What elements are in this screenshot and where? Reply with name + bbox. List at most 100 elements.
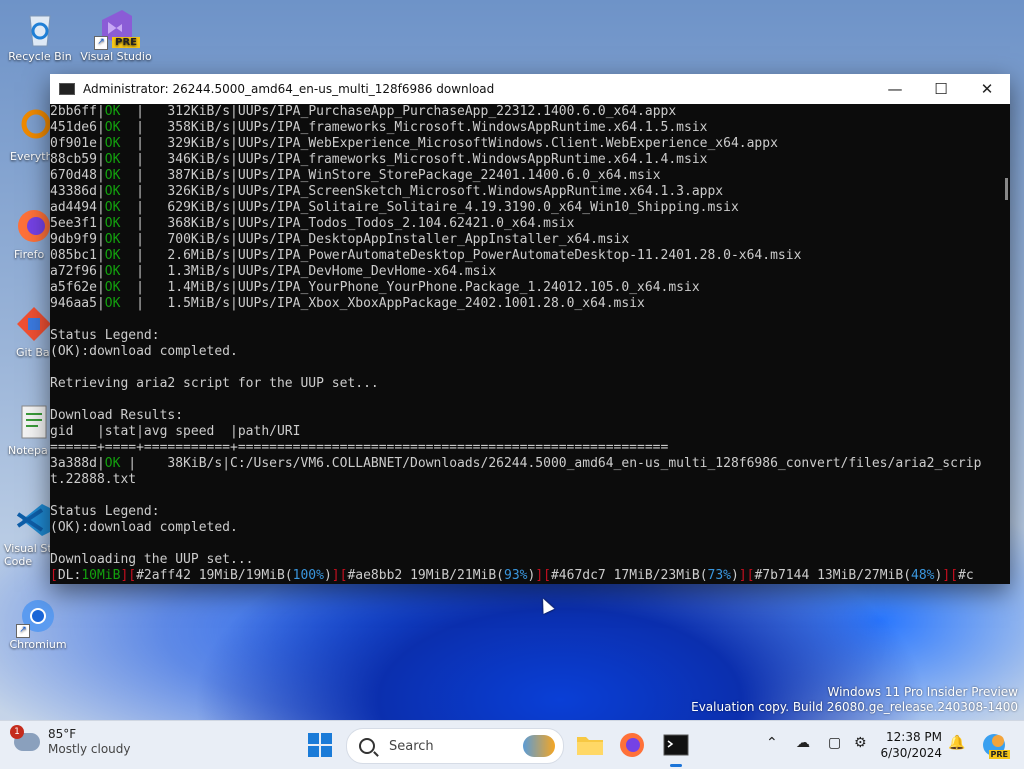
row-speed: 326KiB/s — [167, 184, 231, 199]
download-row: a5f62e|OK | 1.4MiB/s|UUPs/IPA_YourPhone_… — [50, 280, 700, 295]
clock-time: 12:38 PM — [886, 730, 942, 744]
console-icon — [663, 734, 689, 756]
row-speed: 2.6MiB/s — [167, 248, 231, 263]
console-app-icon — [59, 83, 75, 95]
result-stat: OK — [104, 456, 121, 471]
row-path: UUPs/IPA_YourPhone_YourPhone.Package_1.2… — [237, 280, 700, 295]
row-stat: OK — [104, 136, 121, 151]
display-icon[interactable]: ▢ — [828, 735, 841, 751]
row-gid: 451de6 — [50, 120, 97, 135]
taskbar-search[interactable]: Search — [346, 728, 564, 764]
row-stat: OK — [104, 120, 121, 135]
network-icon[interactable]: ☁ — [796, 735, 810, 751]
window-titlebar[interactable]: Administrator: 26244.5000_amd64_en-us_mu… — [50, 74, 1010, 104]
pre-badge: PRE — [988, 750, 1010, 759]
window-title: Administrator: 26244.5000_amd64_en-us_mu… — [83, 82, 495, 96]
status-item-progress: 13MiB/27MiB — [817, 568, 904, 583]
row-gid: a5f62e — [50, 280, 97, 295]
copilot-button[interactable]: PRE — [978, 729, 1010, 761]
row-gid: 9db9f9 — [50, 232, 97, 247]
accessibility-icon[interactable]: ⚙ — [854, 735, 867, 751]
close-button[interactable]: ✕ — [964, 74, 1010, 104]
status-tail: #c — [958, 568, 974, 583]
desktop-icon-recycle-bin[interactable]: Recycle Bin — [2, 8, 78, 63]
row-speed: 329KiB/s — [167, 136, 231, 151]
row-path: UUPs/IPA_frameworks_Microsoft.WindowsApp… — [237, 152, 708, 167]
desktop-icon-chromium[interactable]: ↗ Chromium — [0, 596, 76, 651]
desktop-icon-visual-studio[interactable]: ↗ PRE Visual Studio — [78, 8, 154, 63]
download-row: 0f901e|OK | 329KiB/s|UUPs/IPA_WebExperie… — [50, 136, 778, 151]
search-label: Search — [389, 738, 434, 754]
dl-label: DL: — [57, 568, 82, 583]
row-gid: 2bb6ff — [50, 104, 97, 119]
terminal-taskbar-button[interactable] — [660, 729, 692, 767]
download-row: ad4494|OK | 629KiB/s|UUPs/IPA_Solitaire_… — [50, 200, 739, 215]
downloading-text: Downloading the UUP set... — [50, 552, 254, 567]
maximize-button[interactable]: ☐ — [918, 74, 964, 104]
row-gid: 0f901e — [50, 136, 97, 151]
status-item-gid: #2aff42 — [136, 568, 191, 583]
clock[interactable]: 12:38 PM 6/30/2024 — [872, 729, 942, 761]
row-path: UUPs/IPA_Xbox_XboxAppPackage_2402.1001.2… — [237, 296, 645, 311]
start-button[interactable] — [308, 733, 332, 757]
shortcut-arrow-icon: ↗ — [16, 624, 30, 638]
download-row: 2bb6ff|OK | 312KiB/s|UUPs/IPA_PurchaseAp… — [50, 104, 677, 119]
download-row: 085bc1|OK | 2.6MiB/s|UUPs/IPA_PowerAutom… — [50, 248, 802, 263]
status-item-percent: 73% — [707, 568, 731, 583]
row-stat: OK — [104, 104, 121, 119]
row-speed: 629KiB/s — [167, 200, 231, 215]
row-stat: OK — [104, 168, 121, 183]
status-item-percent: 100% — [292, 568, 324, 583]
chevron-up-icon[interactable]: ⌃ — [766, 735, 778, 751]
terminal-output[interactable]: 2bb6ff|OK | 312KiB/s|UUPs/IPA_PurchaseAp… — [50, 104, 1010, 584]
terminal-scrollbar[interactable] — [1005, 178, 1008, 200]
search-highlight-icon — [523, 735, 555, 757]
row-path: UUPs/IPA_Solitaire_Solitaire_4.19.3190.0… — [237, 200, 739, 215]
recycle-bin-icon — [20, 8, 60, 48]
desktop-icon-label: Visual Studio — [80, 50, 152, 63]
row-speed: 700KiB/s — [167, 232, 231, 247]
row-path: UUPs/IPA_frameworks_Microsoft.WindowsApp… — [237, 120, 708, 135]
result-path-continued: t.22888.txt — [50, 472, 137, 487]
firefox-taskbar-button[interactable] — [616, 729, 648, 761]
file-explorer-button[interactable] — [574, 729, 606, 761]
row-speed: 358KiB/s — [167, 120, 231, 135]
firefox-icon — [620, 733, 644, 757]
row-stat: OK — [104, 248, 121, 263]
row-path: UUPs/IPA_WinStore_StorePackage_22401.140… — [237, 168, 661, 183]
legend-ok: (OK):download completed. — [50, 344, 238, 359]
row-path: UUPs/IPA_PurchaseApp_PurchaseApp_22312.1… — [237, 104, 677, 119]
row-path: UUPs/IPA_DesktopAppInstaller_AppInstalle… — [237, 232, 630, 247]
minimize-button[interactable]: — — [872, 74, 918, 104]
download-list: 2bb6ff|OK | 312KiB/s|UUPs/IPA_PurchaseAp… — [50, 104, 1010, 312]
download-row: 946aa5|OK | 1.5MiB/s|UUPs/IPA_Xbox_XboxA… — [50, 296, 645, 311]
download-row: 9db9f9|OK | 700KiB/s|UUPs/IPA_DesktopApp… — [50, 232, 630, 247]
download-row: 451de6|OK | 358KiB/s|UUPs/IPA_frameworks… — [50, 120, 708, 135]
row-path: UUPs/IPA_PowerAutomateDesktop_PowerAutom… — [237, 248, 802, 263]
results-title: Download Results: — [50, 408, 184, 423]
row-speed: 346KiB/s — [167, 152, 231, 167]
status-item-gid: #467dc7 — [550, 568, 606, 583]
status-item-percent: 48% — [911, 568, 935, 583]
row-gid: 5ee3f1 — [50, 216, 97, 231]
download-row: 43386d|OK | 326KiB/s|UUPs/IPA_ScreenSket… — [50, 184, 724, 199]
row-stat: OK — [104, 296, 121, 311]
weather-widget[interactable]: 1 85°F Mostly cloudy — [10, 725, 131, 757]
row-gid: 085bc1 — [50, 248, 97, 263]
status-item-progress: 19MiB/21MiB — [410, 568, 497, 583]
desktop-icon-label: Recycle Bin — [8, 50, 72, 63]
watermark-line: Windows 11 Pro Insider Preview — [827, 685, 1018, 699]
row-gid: 946aa5 — [50, 296, 97, 311]
results-rule: ======+====+===========+================… — [50, 440, 669, 455]
bell-icon[interactable]: 🔔 — [948, 735, 965, 751]
windows-logo-icon — [308, 733, 319, 744]
weather-condition: Mostly cloudy — [48, 742, 131, 756]
row-stat: OK — [104, 216, 121, 231]
retrieving-text: Retrieving aria2 script for the UUP set.… — [50, 376, 379, 391]
row-stat: OK — [104, 280, 121, 295]
row-speed: 1.5MiB/s — [167, 296, 231, 311]
row-stat: OK — [104, 232, 121, 247]
folder-icon — [577, 737, 603, 755]
